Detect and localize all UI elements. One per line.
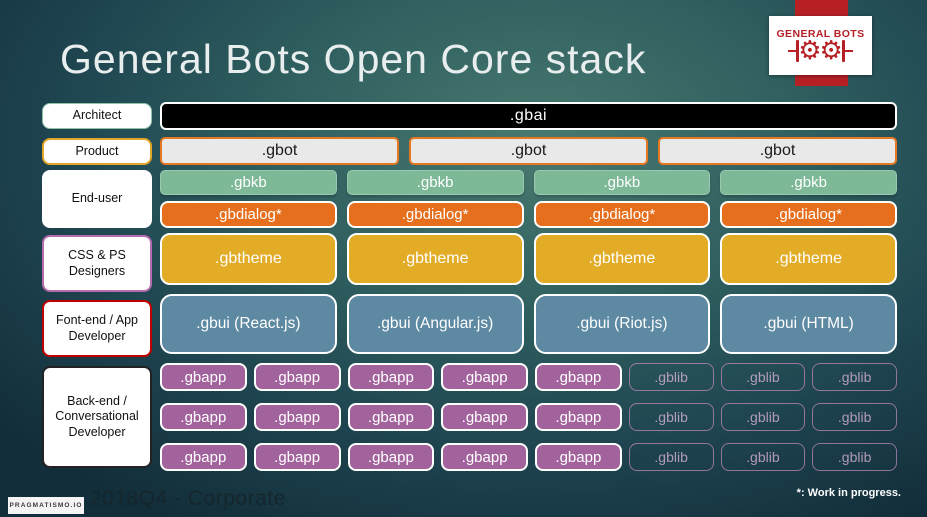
gbapp-box: .gbapp — [347, 363, 435, 391]
gear-icon: ⚙ — [798, 36, 822, 66]
gbapp-box: .gbapp — [535, 363, 622, 391]
gbapp-box: .gbapp — [160, 443, 247, 471]
role-label-text: Font-end / App Developer — [55, 312, 138, 343]
gbapp-box: .gbapp — [160, 363, 247, 391]
gbot-box: .gbot — [160, 137, 399, 165]
slide: General Bots Open Core stack GENERAL BOT… — [0, 0, 927, 517]
gbapp-box: .gbapp — [441, 403, 528, 431]
gblib-box: .gblib — [720, 443, 806, 471]
gbtheme-box: .gbtheme — [720, 233, 897, 285]
gear-axle-line — [788, 50, 797, 52]
role-label-product: Product — [42, 138, 152, 165]
slide-caption: 2018Q4 - Corporate — [90, 487, 286, 510]
gbkb-box: .gbkb — [160, 170, 337, 195]
gbapp-box: .gbapp — [535, 443, 622, 471]
gbtheme-box: .gbtheme — [346, 233, 524, 285]
gbapp-box: .gbapp — [441, 443, 528, 471]
gbapp-box: .gbapp — [160, 403, 247, 431]
role-label-backend-conversational-developer: Back-end / Conversational Developer — [42, 366, 152, 468]
gbapp-box: .gbapp — [441, 363, 528, 391]
row-gbdialog: .gbdialog* .gbdialog* .gbdialog* .gbdial… — [160, 201, 897, 228]
gbtheme-box: .gbtheme — [160, 233, 337, 285]
gbtheme-box: .gbtheme — [533, 233, 711, 285]
gbapp-box: .gbapp — [347, 403, 435, 431]
row-gbui: .gbui (React.js) .gbui (Angular.js) .gbu… — [160, 294, 897, 354]
gbkb-box: .gbkb — [533, 170, 711, 195]
row-gbkb: .gbkb .gbkb .gbkb .gbkb — [160, 170, 897, 195]
gbui-html-box: .gbui (HTML) — [720, 294, 897, 354]
gbkb-box: .gbkb — [720, 170, 897, 195]
gbui-react-box: .gbui (React.js) — [160, 294, 337, 354]
gbapp-box: .gbapp — [253, 443, 341, 471]
gblib-box: .gblib — [812, 443, 897, 471]
row-gbai: .gbai — [160, 102, 897, 130]
page-title: General Bots Open Core stack — [60, 36, 647, 82]
gear-icon: ⚙ — [819, 36, 843, 66]
gbkb-box: .gbkb — [346, 170, 524, 195]
gbot-box: .gbot — [658, 137, 897, 165]
gbapp-box: .gbapp — [347, 443, 435, 471]
role-label-text: Architect — [72, 108, 122, 123]
gbdialog-box: .gbdialog* — [160, 201, 337, 228]
gblib-box: .gblib — [812, 403, 897, 431]
gblib-box: .gblib — [812, 363, 897, 391]
gblib-box: .gblib — [628, 443, 714, 471]
gblib-box: .gblib — [628, 403, 714, 431]
row-gbapp-gblib-2: .gbapp .gbapp .gbapp .gbapp .gbapp .gbli… — [160, 403, 897, 431]
gbui-angular-box: .gbui (Angular.js) — [346, 294, 524, 354]
row-gbapp-gblib-3: .gbapp .gbapp .gbapp .gbapp .gbapp .gbli… — [160, 443, 897, 471]
role-label-text: End-user — [71, 191, 123, 206]
gbai-box: .gbai — [160, 102, 897, 130]
gblib-box: .gblib — [720, 363, 806, 391]
role-label-frontend-app-developer: Font-end / App Developer — [42, 300, 152, 357]
general-bots-logo: GENERAL BOTS ⚙ ⚙ — [769, 16, 872, 75]
gears-icon: ⚙ ⚙ — [788, 36, 853, 66]
gblib-box: .gblib — [628, 363, 714, 391]
gbdialog-box: .gbdialog* — [720, 201, 897, 228]
gbui-riot-box: .gbui (Riot.js) — [533, 294, 711, 354]
row-gbot: .gbot .gbot .gbot — [160, 137, 897, 165]
gbot-box: .gbot — [409, 137, 648, 165]
role-label-architect: Architect — [42, 103, 152, 129]
pragmatismo-logo: PRAGMATISMO.IO — [8, 497, 84, 514]
role-label-end-user: End-user — [42, 170, 152, 228]
work-in-progress-note: *: Work in progress. — [796, 487, 901, 499]
gbapp-box: .gbapp — [253, 403, 341, 431]
gbapp-box: .gbapp — [253, 363, 341, 391]
gbapp-box: .gbapp — [535, 403, 622, 431]
gbdialog-box: .gbdialog* — [346, 201, 524, 228]
role-label-text: Back-end / Conversational Developer — [55, 393, 139, 439]
gear-axle-line — [844, 50, 853, 52]
role-label-text: CSS & PS Designers — [68, 247, 126, 278]
gbdialog-box: .gbdialog* — [533, 201, 711, 228]
gblib-box: .gblib — [720, 403, 806, 431]
role-label-css-ps-designers: CSS & PS Designers — [42, 235, 152, 292]
row-gbtheme: .gbtheme .gbtheme .gbtheme .gbtheme — [160, 233, 897, 285]
row-gbapp-gblib-1: .gbapp .gbapp .gbapp .gbapp .gbapp .gbli… — [160, 363, 897, 391]
role-label-text: Product — [75, 143, 119, 158]
